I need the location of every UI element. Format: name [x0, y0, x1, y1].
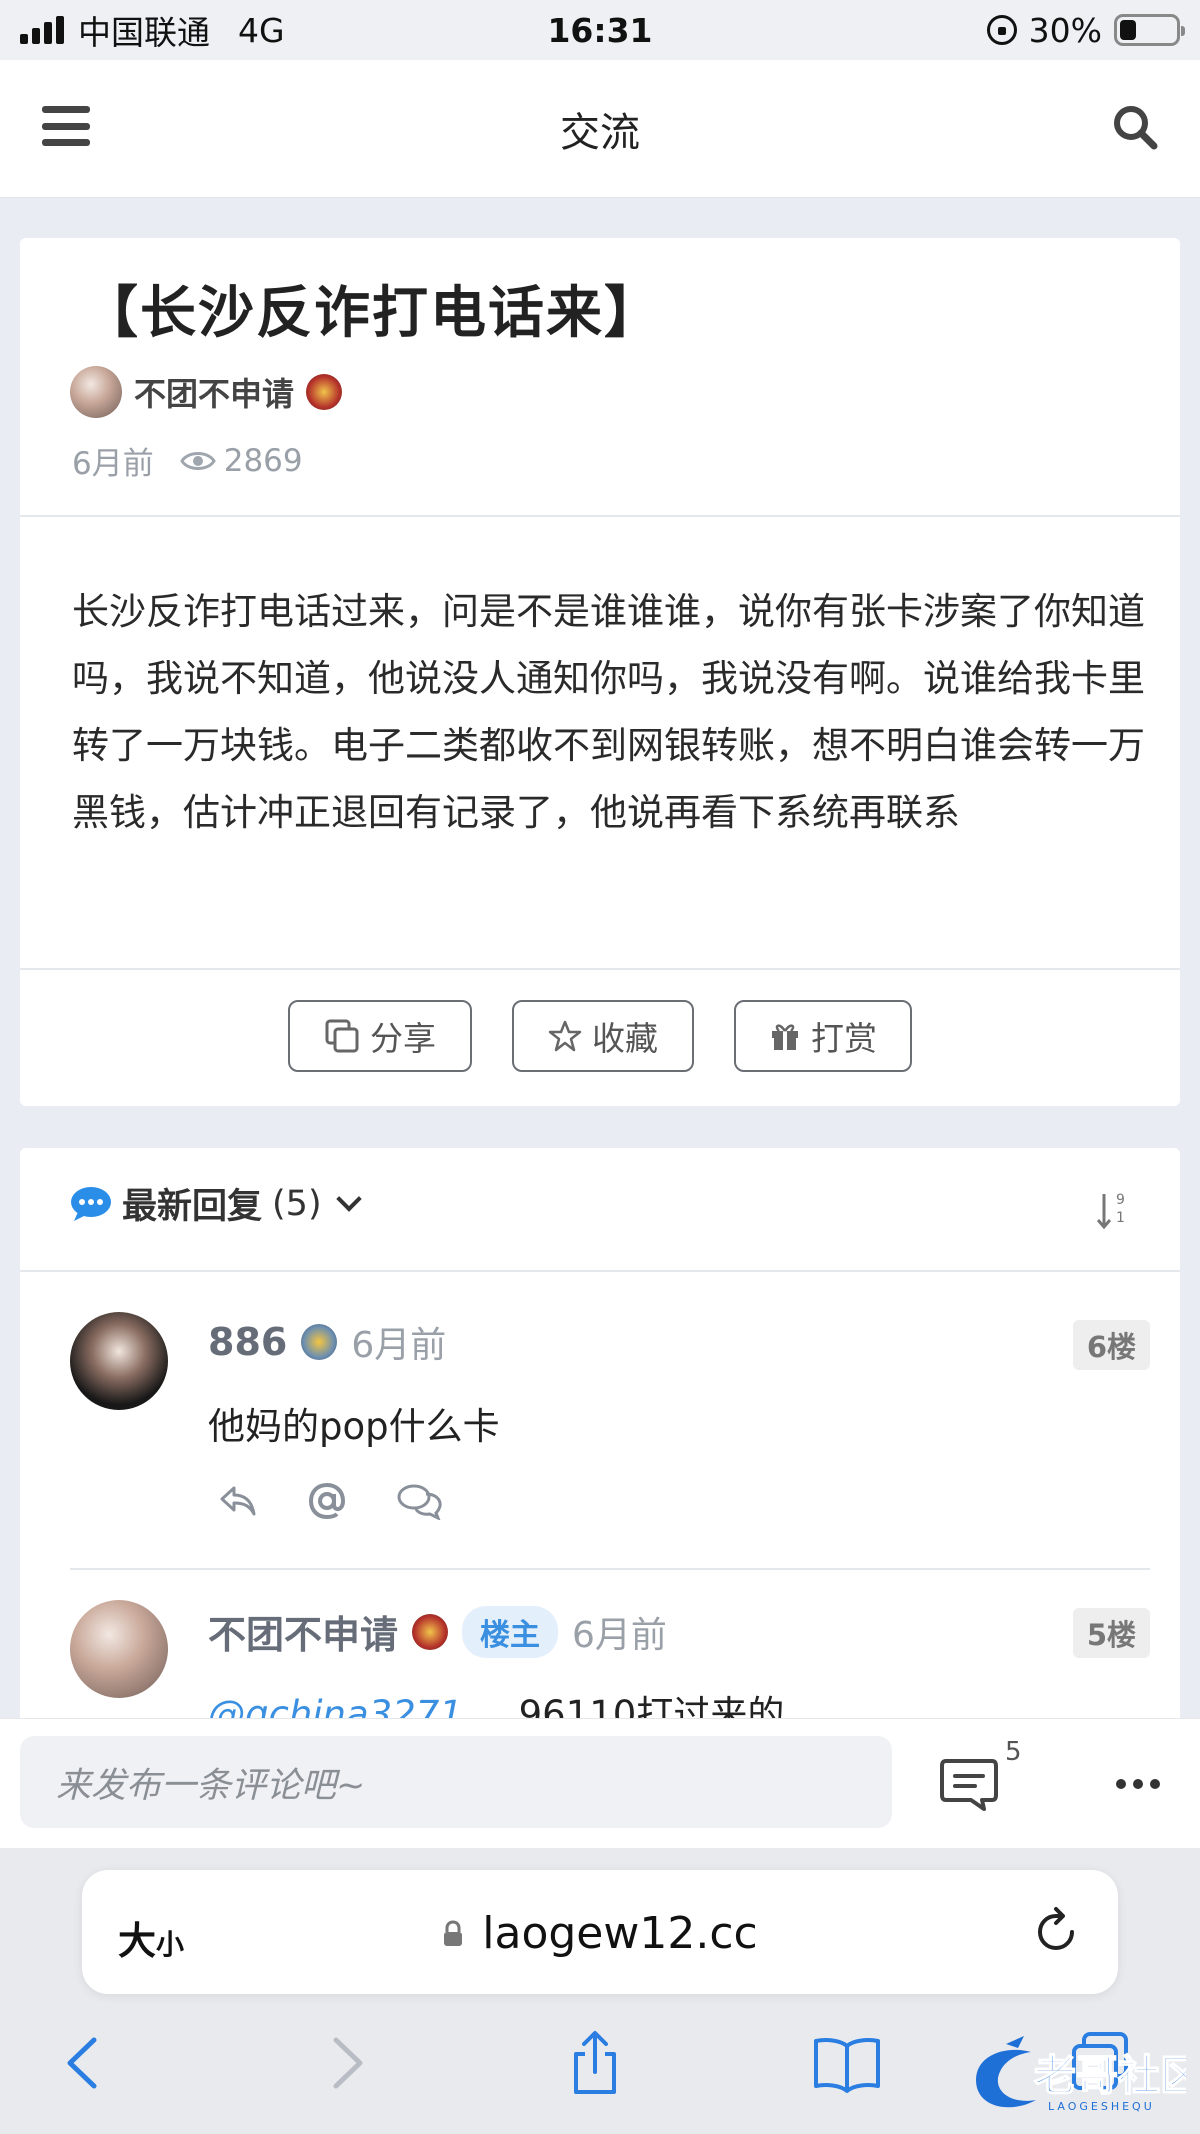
gift-icon: [772, 1024, 798, 1050]
post-time: 6月前: [72, 446, 154, 482]
reply-icon[interactable]: [218, 1484, 258, 1518]
back-icon[interactable]: [50, 2028, 120, 2098]
replies-header[interactable]: 最新回复 (5): [70, 1178, 362, 1229]
comment-text: 他妈的pop什么卡: [208, 1405, 500, 1448]
battery-icon: [1114, 14, 1185, 46]
comment-header: 886 6月前: [208, 1316, 446, 1368]
post-body: 长沙反诈打电话过来，问是不是谁谁谁，说你有张卡涉案了你知道吗，我说不知道，他说没…: [72, 590, 1145, 834]
comment-count-badge: 5: [1005, 1737, 1022, 1767]
divider: [20, 515, 1180, 517]
comment-author[interactable]: 886: [208, 1320, 287, 1364]
post-author-row: 不团不申请: [70, 366, 343, 418]
address-bar[interactable]: 大小 laogew12.cc: [82, 1870, 1118, 1994]
signal-icon: [20, 16, 64, 44]
host-badge: 楼主: [462, 1605, 559, 1658]
sort-top-number: 9: [1116, 1192, 1125, 1208]
floor-badge: 5楼: [1072, 1608, 1150, 1658]
comment-author[interactable]: 不团不申请: [208, 1604, 398, 1659]
browser-bottom-bar: 大小 laogew12.cc 老哥社区 LAOGESHEQU: [0, 1848, 1200, 2134]
comment-item: 886 6月前 6楼 他妈的pop什么卡: [70, 1312, 1150, 1532]
medal-icon: [301, 1324, 338, 1360]
menu-icon[interactable]: [42, 106, 90, 146]
page-title: 交流: [560, 109, 640, 156]
search-icon[interactable]: [1110, 102, 1160, 152]
replies-count: (5): [272, 1183, 322, 1224]
mention-icon[interactable]: [306, 1480, 348, 1522]
share-icon[interactable]: [560, 2028, 630, 2098]
carrier-name: 中国联通: [78, 13, 210, 52]
battery-percent: 30%: [1028, 10, 1102, 50]
share-label: 分享: [370, 1019, 436, 1058]
comment-actions: [218, 1480, 444, 1522]
chat-bubble-icon: [71, 1186, 111, 1221]
comment-header: 不团不申请 楼主 6月前: [208, 1604, 667, 1659]
app-header: 交流: [0, 60, 1200, 198]
favorite-label: 收藏: [592, 1019, 658, 1058]
comments-icon[interactable]: [396, 1482, 444, 1520]
divider: [20, 1270, 1180, 1272]
logo-subtext: LAOGESHEQU: [1048, 2100, 1155, 2113]
battery-level-fill: [1120, 20, 1137, 40]
comment-input[interactable]: 来发布一条评论吧~: [20, 1736, 892, 1828]
comment-text-body: 96110打过来的: [518, 1693, 785, 1718]
avatar[interactable]: [70, 1600, 168, 1698]
status-left: 中国联通 4G: [20, 6, 285, 54]
star-icon: [548, 1020, 582, 1052]
replies-card: 最新回复 (5) 9 1 886 6月前 6楼 他妈的pop什么卡 不团不申请 …: [20, 1148, 1180, 1718]
comment-time: 6月前: [572, 1614, 667, 1656]
post-views: 2869: [179, 442, 303, 479]
url-display[interactable]: laogew12.cc: [82, 1908, 1118, 1959]
comment-bar: 来发布一条评论吧~ 5: [0, 1718, 1200, 1848]
divider: [20, 968, 1180, 970]
eye-icon: [179, 451, 216, 470]
medal-icon: [306, 374, 343, 410]
post-card: 【长沙反诈打电话来】 不团不申请 6月前 2869 长沙反诈打电话过来，问是不是…: [20, 238, 1180, 1106]
post-title: 【长沙反诈打电话来】: [82, 281, 662, 346]
reward-button[interactable]: 打赏: [734, 1000, 912, 1072]
avatar[interactable]: [70, 1312, 168, 1410]
view-count: 2869: [223, 442, 303, 479]
url-text: laogew12.cc: [482, 1908, 758, 1959]
author-name[interactable]: 不团不申请: [134, 369, 294, 415]
reward-label: 打赏: [811, 1019, 877, 1058]
post-meta: 6月前 2869: [72, 438, 303, 483]
divider: [70, 1568, 1150, 1570]
medal-icon: [412, 1613, 449, 1650]
comments-count-icon[interactable]: [938, 1755, 1000, 1813]
chevron-down-icon: [335, 1185, 362, 1212]
lock-icon: [444, 1919, 463, 1946]
favorite-button[interactable]: 收藏: [512, 1000, 694, 1072]
rotation-lock-icon: [986, 15, 1017, 45]
reload-icon[interactable]: [1030, 1906, 1082, 1958]
comment-time: 6月前: [351, 1325, 447, 1366]
share-button[interactable]: 分享: [288, 1000, 472, 1072]
replies-label: 最新回复: [122, 1187, 263, 1227]
comment-text: @qchina3271 96110打过来的: [208, 1684, 784, 1718]
bookmarks-icon[interactable]: [812, 2028, 882, 2098]
sort-icon[interactable]: 9 1: [1096, 1190, 1130, 1232]
comment-item: 不团不申请 楼主 6月前 5楼 @qchina3271 96110打过来的: [70, 1600, 1150, 1718]
logo-text: 老哥社区: [1034, 2051, 1186, 2100]
avatar[interactable]: [70, 366, 122, 418]
status-bar: 中国联通 4G 16:31 30%: [0, 0, 1200, 60]
sort-bottom-number: 1: [1116, 1210, 1125, 1226]
network-type: 4G: [238, 10, 285, 50]
site-logo-watermark: 老哥社区 LAOGESHEQU: [976, 2036, 1186, 2113]
forward-icon[interactable]: [310, 2028, 380, 2098]
status-right: 30%: [986, 10, 1185, 50]
copy-icon: [325, 1019, 359, 1053]
floor-badge: 6楼: [1072, 1320, 1150, 1370]
more-icon[interactable]: [1116, 1779, 1160, 1789]
post-actions: 分享 收藏 打赏: [20, 1000, 1180, 1072]
mention-link[interactable]: @qchina3271: [208, 1693, 463, 1718]
